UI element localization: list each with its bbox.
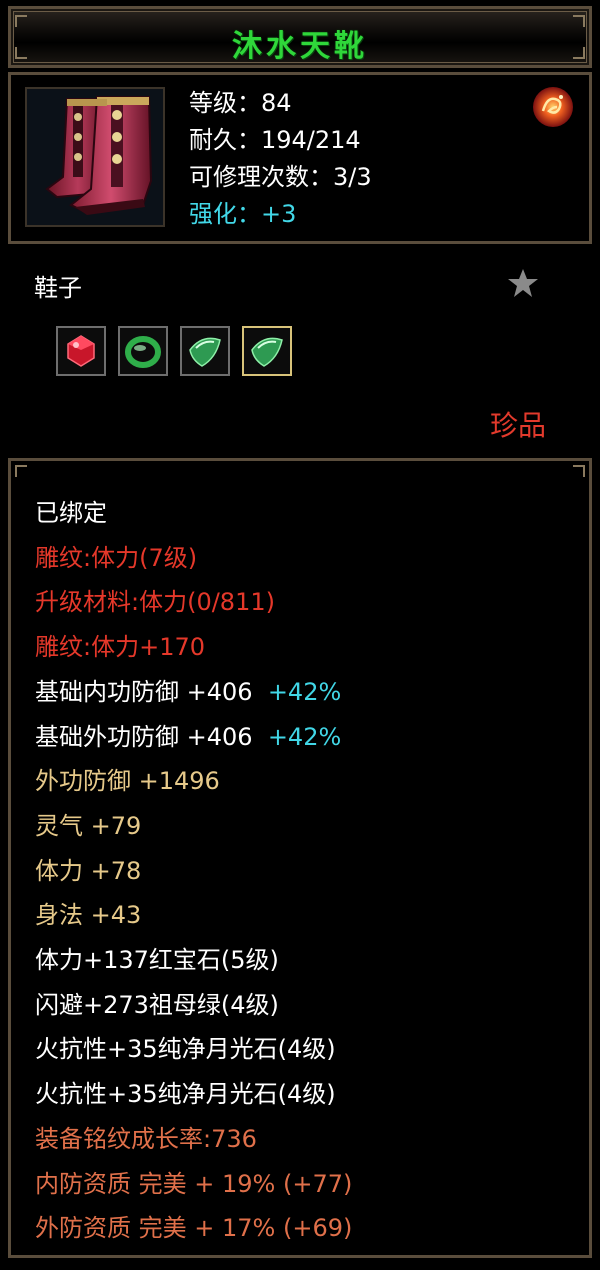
item-name: 沐水天靴 [232,29,368,64]
gem-bonus-line: 火抗性+35纯净月光石(4级) [35,1080,336,1109]
gem-bonus-line: 闪避+273祖母绿(4级) [35,990,279,1019]
dragon-emblem-icon [531,85,575,129]
outer-quality-line: 外防资质 完美 + 17% (+69) [35,1214,353,1243]
ruby-gem-icon[interactable] [56,326,106,376]
item-info-panel: 等级：84 耐久：194/214 可修理次数：3/3 强化：+3 [8,72,592,244]
moonstone-gem-icon[interactable] [180,326,230,376]
rarity-label: 珍品 [490,409,547,442]
base-outer-defense-line: 基础外功防御 +406 +42% [35,715,352,760]
gem-bonus-line: 体力+137红宝石(5级) [35,946,279,975]
item-enhance: 强化：+3 [189,200,297,228]
stamina-line: 体力 +78 [35,856,142,885]
spirit-line: 灵气 +79 [35,811,142,840]
engrave-bonus-line: 雕纹:体力+170 [35,633,206,662]
emerald-ring-gem-icon[interactable] [118,326,168,376]
item-durability: 耐久：194/214 [189,126,361,154]
agility-line: 身法 +43 [35,901,142,930]
gem-bonus-line: 火抗性+35纯净月光石(4级) [35,1035,336,1064]
engrave-line: 雕纹:体力(7级) [35,543,198,572]
frame-corner [573,465,585,477]
moonstone-gem-icon[interactable] [242,326,292,376]
item-stats: 等级：84 耐久：194/214 可修理次数：3/3 强化：+3 [189,85,372,233]
base-outer-defense-percent: +42% [267,722,342,751]
base-inner-defense-line: 基础内功防御 +406 +42% [35,670,352,715]
outer-defense-line: 外功防御 +1496 [35,767,220,796]
base-inner-defense-percent: +42% [267,677,342,706]
attribute-panel: 已绑定 雕纹:体力(7级) 升级材料:体力(0/811) 雕纹:体力+170 基… [8,458,592,1258]
item-category: 鞋子 [34,274,82,302]
inner-quality-line: 内防资质 完美 + 19% (+77) [35,1169,353,1198]
gem-sockets [56,326,292,376]
bound-status: 已绑定 [35,499,107,527]
attribute-list: 已绑定 雕纹:体力(7级) 升级材料:体力(0/811) 雕纹:体力+170 基… [35,491,352,1251]
item-level: 等级：84 [189,89,292,117]
boots-icon[interactable] [25,87,165,227]
growth-rate-line: 装备铭纹成长率:736 [35,1124,257,1153]
upgrade-material-line: 升级材料:体力(0/811) [35,588,275,617]
title-bar: 沐水天靴 [8,6,592,68]
star-icon[interactable] [506,266,540,300]
base-outer-defense-value: 基础外功防御 +406 [35,722,253,751]
frame-corner [15,465,27,477]
base-inner-defense-value: 基础内功防御 +406 [35,677,253,706]
item-repairs: 可修理次数：3/3 [189,163,372,191]
